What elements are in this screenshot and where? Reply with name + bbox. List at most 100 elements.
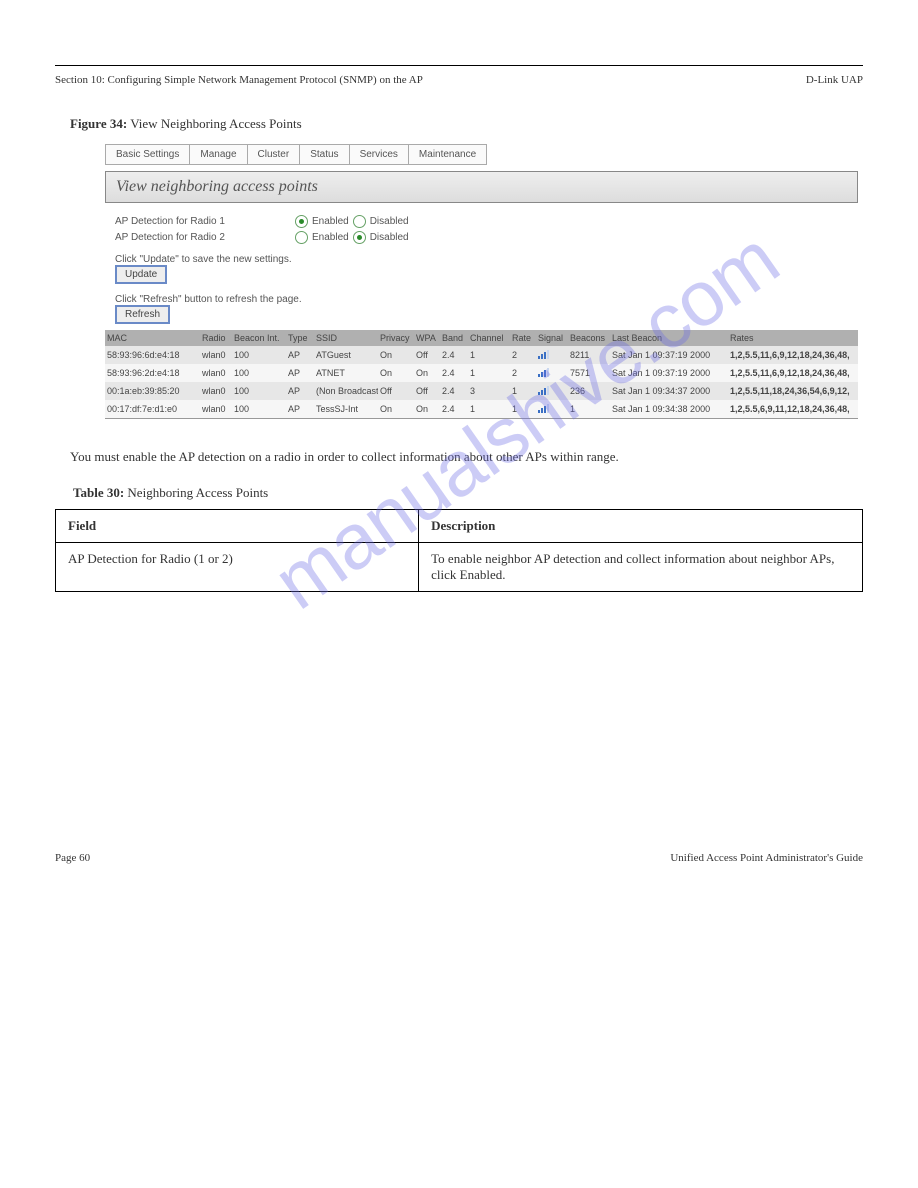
hdr-last: Last Beacon — [610, 330, 728, 346]
signal-icon — [536, 400, 568, 418]
radio1-enabled[interactable] — [295, 215, 308, 228]
table-row: 00:17:df:7e:d1:e0wlan0100APTessSJ-IntOnO… — [105, 400, 858, 418]
cell-radio: wlan0 — [200, 364, 232, 382]
hdr-privacy: Privacy — [378, 330, 414, 346]
tab-maintenance[interactable]: Maintenance — [408, 144, 487, 165]
radio2-enabled[interactable] — [295, 231, 308, 244]
cell-beacons: 7571 — [568, 364, 610, 382]
tab-bar: Basic Settings Manage Cluster Status Ser… — [105, 144, 858, 165]
tab-services[interactable]: Services — [349, 144, 409, 165]
table-row: 00:1a:eb:39:85:20wlan0100AP(Non Broadcas… — [105, 382, 858, 400]
cell-rate: 1 — [510, 400, 536, 418]
cell-privacy: On — [378, 346, 414, 364]
cell-wpa: On — [414, 400, 440, 418]
cell-rates: 1,2,5.5,11,6,9,12,18,24,36,48, — [728, 364, 858, 382]
desc-field: AP Detection for Radio (1 or 2) — [56, 542, 419, 591]
hdr-radio: Radio — [200, 330, 232, 346]
cell-channel: 3 — [468, 382, 510, 400]
cell-radio: wlan0 — [200, 382, 232, 400]
tab-basic-settings[interactable]: Basic Settings — [105, 144, 190, 165]
cell-beacons: 1 — [568, 400, 610, 418]
tab-status[interactable]: Status — [299, 144, 349, 165]
cell-mac: 00:17:df:7e:d1:e0 — [105, 400, 200, 418]
figure-text: View Neighboring Access Points — [130, 116, 301, 131]
radio1-disabled[interactable] — [353, 215, 366, 228]
table-row: AP Detection for Radio (1 or 2) To enabl… — [56, 542, 863, 591]
cell-rates: 1,2,5.5,11,6,9,12,18,24,36,48, — [728, 346, 858, 364]
table-row: 58:93:96:2d:e4:18wlan0100APATNETOnOn2.41… — [105, 364, 858, 382]
header-section: Section 10: Configuring Simple Network M… — [55, 74, 423, 86]
header-doc: D-Link UAP — [806, 74, 863, 86]
hdr-mac: MAC — [105, 330, 200, 346]
hdr-rate: Rate — [510, 330, 536, 346]
cell-wpa: On — [414, 364, 440, 382]
cell-ssid: ATGuest — [314, 346, 378, 364]
cell-privacy: On — [378, 400, 414, 418]
hdr-band: Band — [440, 330, 468, 346]
cell-type: AP — [286, 364, 314, 382]
cell-channel: 1 — [468, 400, 510, 418]
radio2-enabled-label: Enabled — [312, 232, 349, 243]
page-footer: Page 60 Unified Access Point Administrat… — [55, 852, 863, 864]
cell-radio: wlan0 — [200, 346, 232, 364]
hdr-bint: Beacon Int. — [232, 330, 286, 346]
figure-caption: Figure 34: View Neighboring Access Point… — [70, 116, 918, 132]
figure-number: Figure 34: — [70, 116, 127, 131]
signal-icon — [536, 364, 568, 382]
cell-ssid: (Non Broadcasting) — [314, 382, 378, 400]
cell-ssid: ATNET — [314, 364, 378, 382]
cell-type: AP — [286, 400, 314, 418]
cell-radio: wlan0 — [200, 400, 232, 418]
tab-manage[interactable]: Manage — [189, 144, 247, 165]
table-number: Table 30: — [73, 485, 124, 500]
desc-hdr-desc: Description — [419, 509, 863, 542]
cell-privacy: On — [378, 364, 414, 382]
body-text: You must enable the AP detection on a ra… — [70, 447, 848, 467]
cell-bint: 100 — [232, 382, 286, 400]
cell-last: Sat Jan 1 09:37:19 2000 — [610, 346, 728, 364]
tab-cluster[interactable]: Cluster — [247, 144, 301, 165]
cell-last: Sat Jan 1 09:34:37 2000 — [610, 382, 728, 400]
description-table: Field Description AP Detection for Radio… — [55, 509, 863, 592]
hdr-rates: Rates — [728, 330, 858, 346]
cell-wpa: Off — [414, 346, 440, 364]
hdr-channel: Channel — [468, 330, 510, 346]
page-title: View neighboring access points — [105, 171, 858, 203]
hdr-wpa: WPA — [414, 330, 440, 346]
radio1-label: AP Detection for Radio 1 — [115, 216, 295, 227]
cell-channel: 1 — [468, 364, 510, 382]
cell-band: 2.4 — [440, 400, 468, 418]
radio2-disabled-label: Disabled — [370, 232, 409, 243]
footer-left: Page 60 — [55, 852, 90, 864]
radio2-label: AP Detection for Radio 2 — [115, 232, 295, 243]
table-text: Neighboring Access Points — [127, 485, 268, 500]
cell-last: Sat Jan 1 09:34:38 2000 — [610, 400, 728, 418]
radio1-enabled-label: Enabled — [312, 216, 349, 227]
screenshot-panel: Basic Settings Manage Cluster Status Ser… — [105, 144, 858, 419]
cell-rates: 1,2,5.5,11,18,24,36,54,6,9,12, — [728, 382, 858, 400]
cell-band: 2.4 — [440, 382, 468, 400]
form-area: AP Detection for Radio 1 Enabled Disable… — [105, 203, 858, 330]
refresh-button[interactable]: Refresh — [115, 305, 170, 324]
cell-mac: 58:93:96:2d:e4:18 — [105, 364, 200, 382]
cell-mac: 58:93:96:6d:e4:18 — [105, 346, 200, 364]
cell-rate: 2 — [510, 364, 536, 382]
cell-bint: 100 — [232, 346, 286, 364]
desc-hdr-field: Field — [56, 509, 419, 542]
cell-wpa: Off — [414, 382, 440, 400]
cell-band: 2.4 — [440, 364, 468, 382]
cell-type: AP — [286, 382, 314, 400]
cell-band: 2.4 — [440, 346, 468, 364]
table-row: 58:93:96:6d:e4:18wlan0100APATGuestOnOff2… — [105, 346, 858, 364]
hdr-signal: Signal — [536, 330, 568, 346]
update-button[interactable]: Update — [115, 265, 167, 284]
ap-table-header: MAC Radio Beacon Int. Type SSID Privacy … — [105, 330, 858, 346]
cell-ssid: TessSJ-Int — [314, 400, 378, 418]
radio2-disabled[interactable] — [353, 231, 366, 244]
hdr-type: Type — [286, 330, 314, 346]
cell-type: AP — [286, 346, 314, 364]
radio1-disabled-label: Disabled — [370, 216, 409, 227]
page-header: Section 10: Configuring Simple Network M… — [55, 65, 863, 86]
cell-beacons: 236 — [568, 382, 610, 400]
ap-table: MAC Radio Beacon Int. Type SSID Privacy … — [105, 330, 858, 418]
